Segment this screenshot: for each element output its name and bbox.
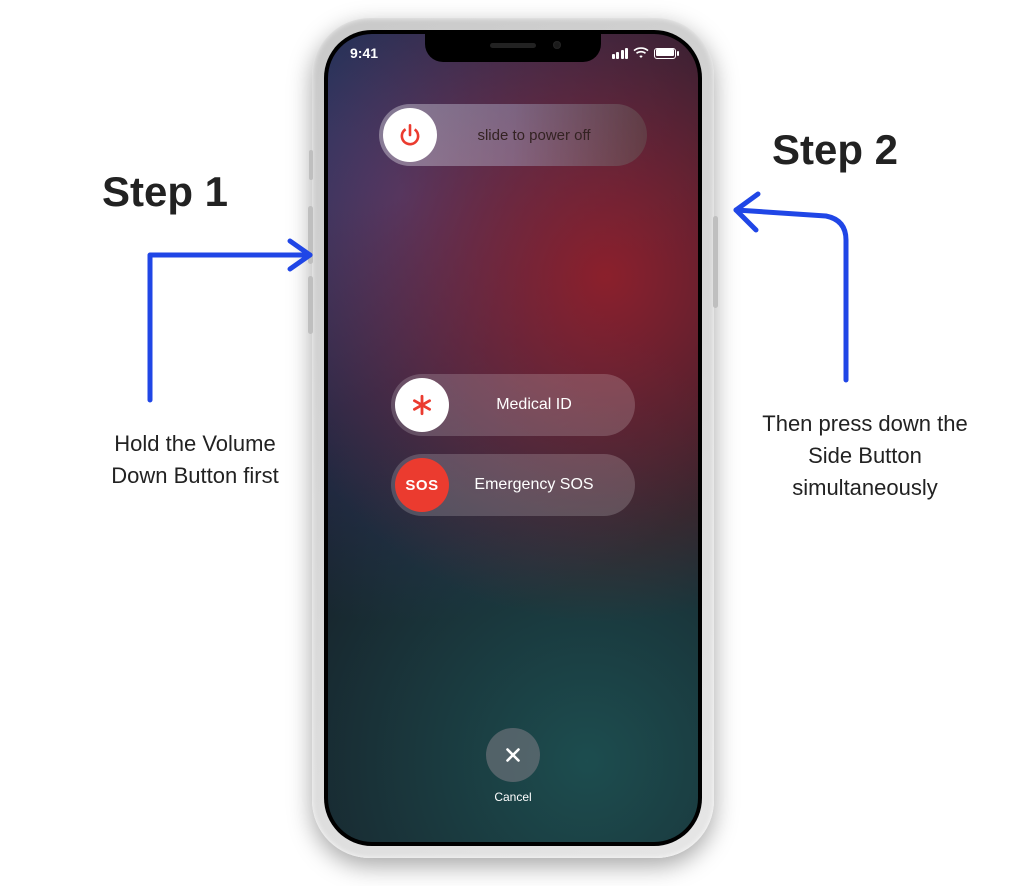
step2-arrow (716, 190, 866, 390)
cancel-group: Cancel (486, 728, 540, 804)
power-off-label: slide to power off (441, 127, 647, 144)
close-icon (502, 744, 524, 766)
status-time: 9:41 (350, 45, 378, 61)
emergency-sos-slider[interactable]: SOS Emergency SOS (391, 454, 635, 516)
step1-title: Step 1 (102, 168, 228, 216)
step2-title: Step 2 (772, 126, 898, 174)
battery-icon (654, 48, 676, 59)
status-bar: 9:41 (328, 42, 698, 64)
phone-bezel: 9:41 (324, 30, 702, 846)
status-right (612, 47, 677, 59)
power-off-slider[interactable]: slide to power off (379, 104, 647, 166)
power-icon (383, 108, 437, 162)
wifi-icon (633, 47, 649, 59)
phone-frame: 9:41 (312, 18, 714, 858)
medical-id-slider[interactable]: Medical ID (391, 374, 635, 436)
phone-screen: 9:41 (328, 34, 698, 842)
step1-description: Hold the Volume Down Button first (90, 428, 300, 492)
step2-description: Then press down the Side Button simultan… (750, 408, 980, 504)
cancel-button[interactable] (486, 728, 540, 782)
medical-asterisk-icon (395, 378, 449, 432)
medical-id-label: Medical ID (453, 396, 635, 414)
mute-switch[interactable] (309, 150, 313, 180)
cancel-label: Cancel (494, 790, 531, 804)
step1-arrow (130, 235, 330, 415)
emergency-sos-label: Emergency SOS (453, 476, 635, 494)
cellular-signal-icon (612, 48, 629, 59)
sos-icon: SOS (395, 458, 449, 512)
